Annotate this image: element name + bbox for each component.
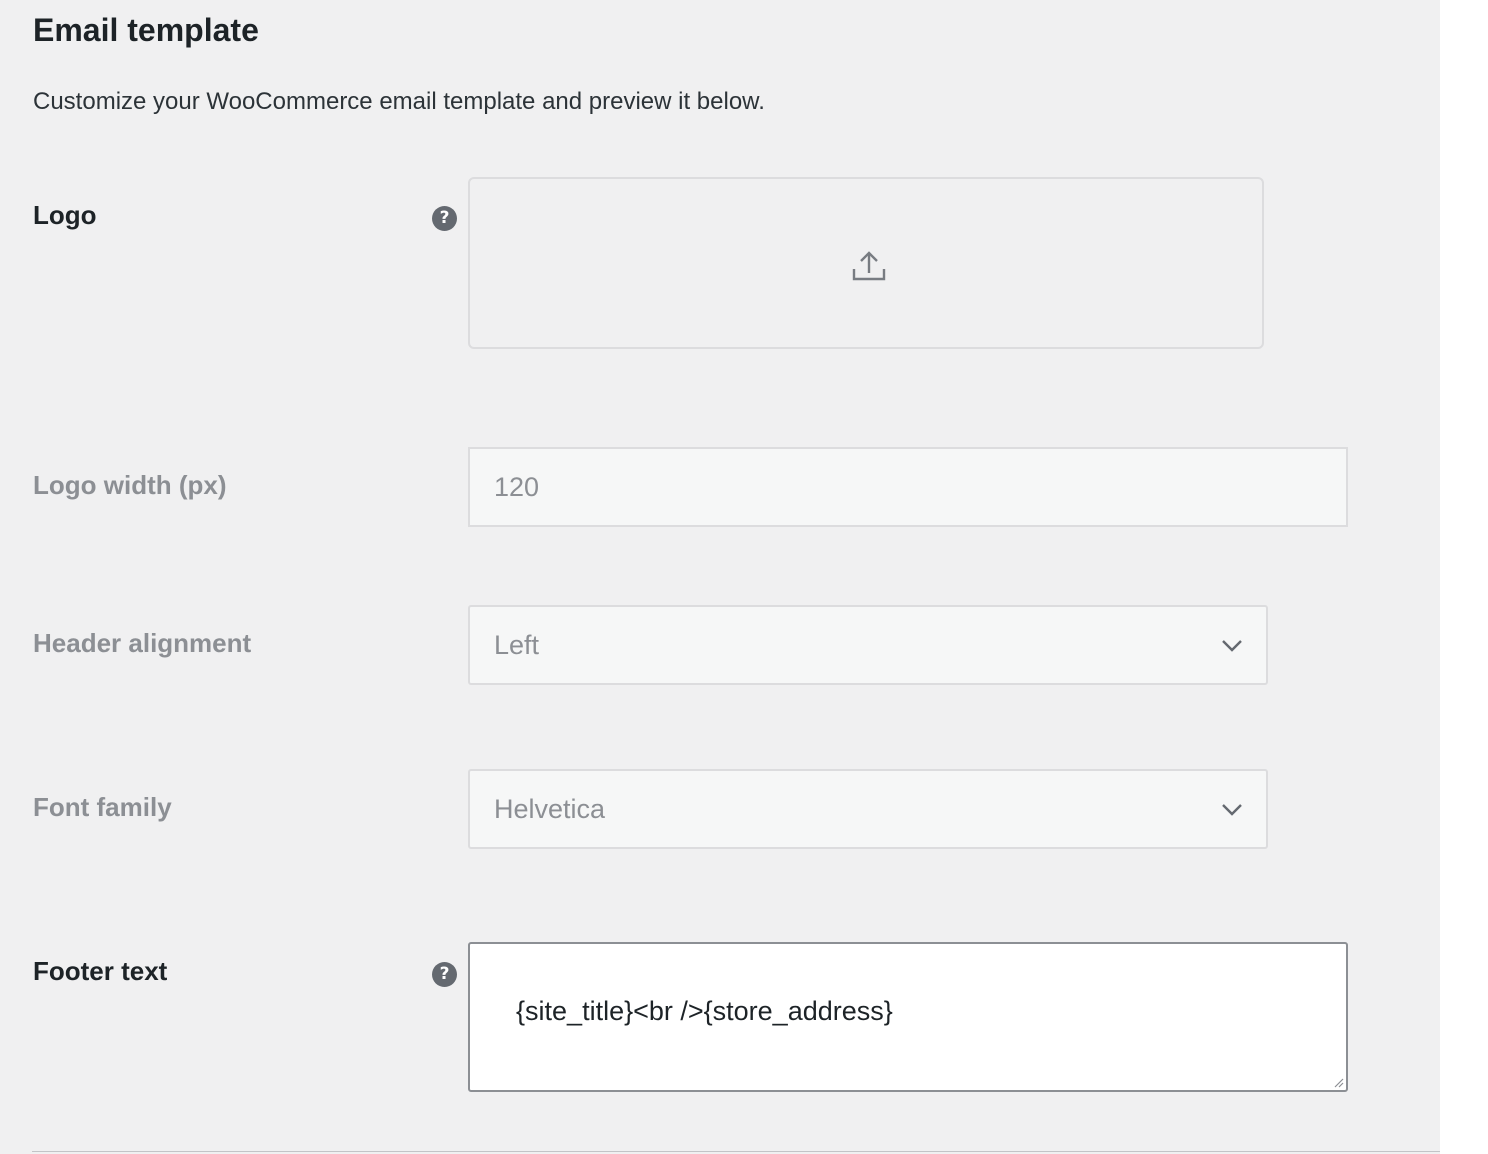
font-family-value: Helvetica: [494, 794, 606, 824]
section-description: Customize your WooCommerce email templat…: [33, 88, 765, 115]
font-family-label: Font family: [33, 792, 172, 822]
logo-width-input[interactable]: [468, 447, 1348, 527]
font-family-select[interactable]: Helvetica: [468, 769, 1268, 849]
logo-upload-dropzone[interactable]: [468, 177, 1264, 349]
section-divider: [32, 1151, 1440, 1152]
footer-text-label: Footer text: [33, 956, 168, 986]
chevron-down-icon: [1222, 804, 1242, 816]
upload-icon: [852, 251, 886, 281]
logo-help-icon[interactable]: ?: [432, 206, 457, 231]
footer-text-value: {site_title}<br />{store_address}: [516, 996, 893, 1026]
header-alignment-value: Left: [494, 630, 540, 660]
settings-panel: Email template Customize your WooCommerc…: [0, 0, 1440, 1154]
header-alignment-select[interactable]: Left: [468, 605, 1268, 685]
logo-label: Logo: [33, 200, 97, 230]
header-alignment-label: Header alignment: [33, 628, 252, 658]
footer-text-textarea[interactable]: {site_title}<br />{store_address}: [468, 942, 1348, 1092]
resize-handle-icon[interactable]: [1332, 1076, 1344, 1088]
footer-text-help-icon[interactable]: ?: [432, 962, 457, 987]
chevron-down-icon: [1222, 640, 1242, 652]
logo-width-label: Logo width (px): [33, 470, 227, 500]
section-title: Email template: [33, 12, 259, 48]
